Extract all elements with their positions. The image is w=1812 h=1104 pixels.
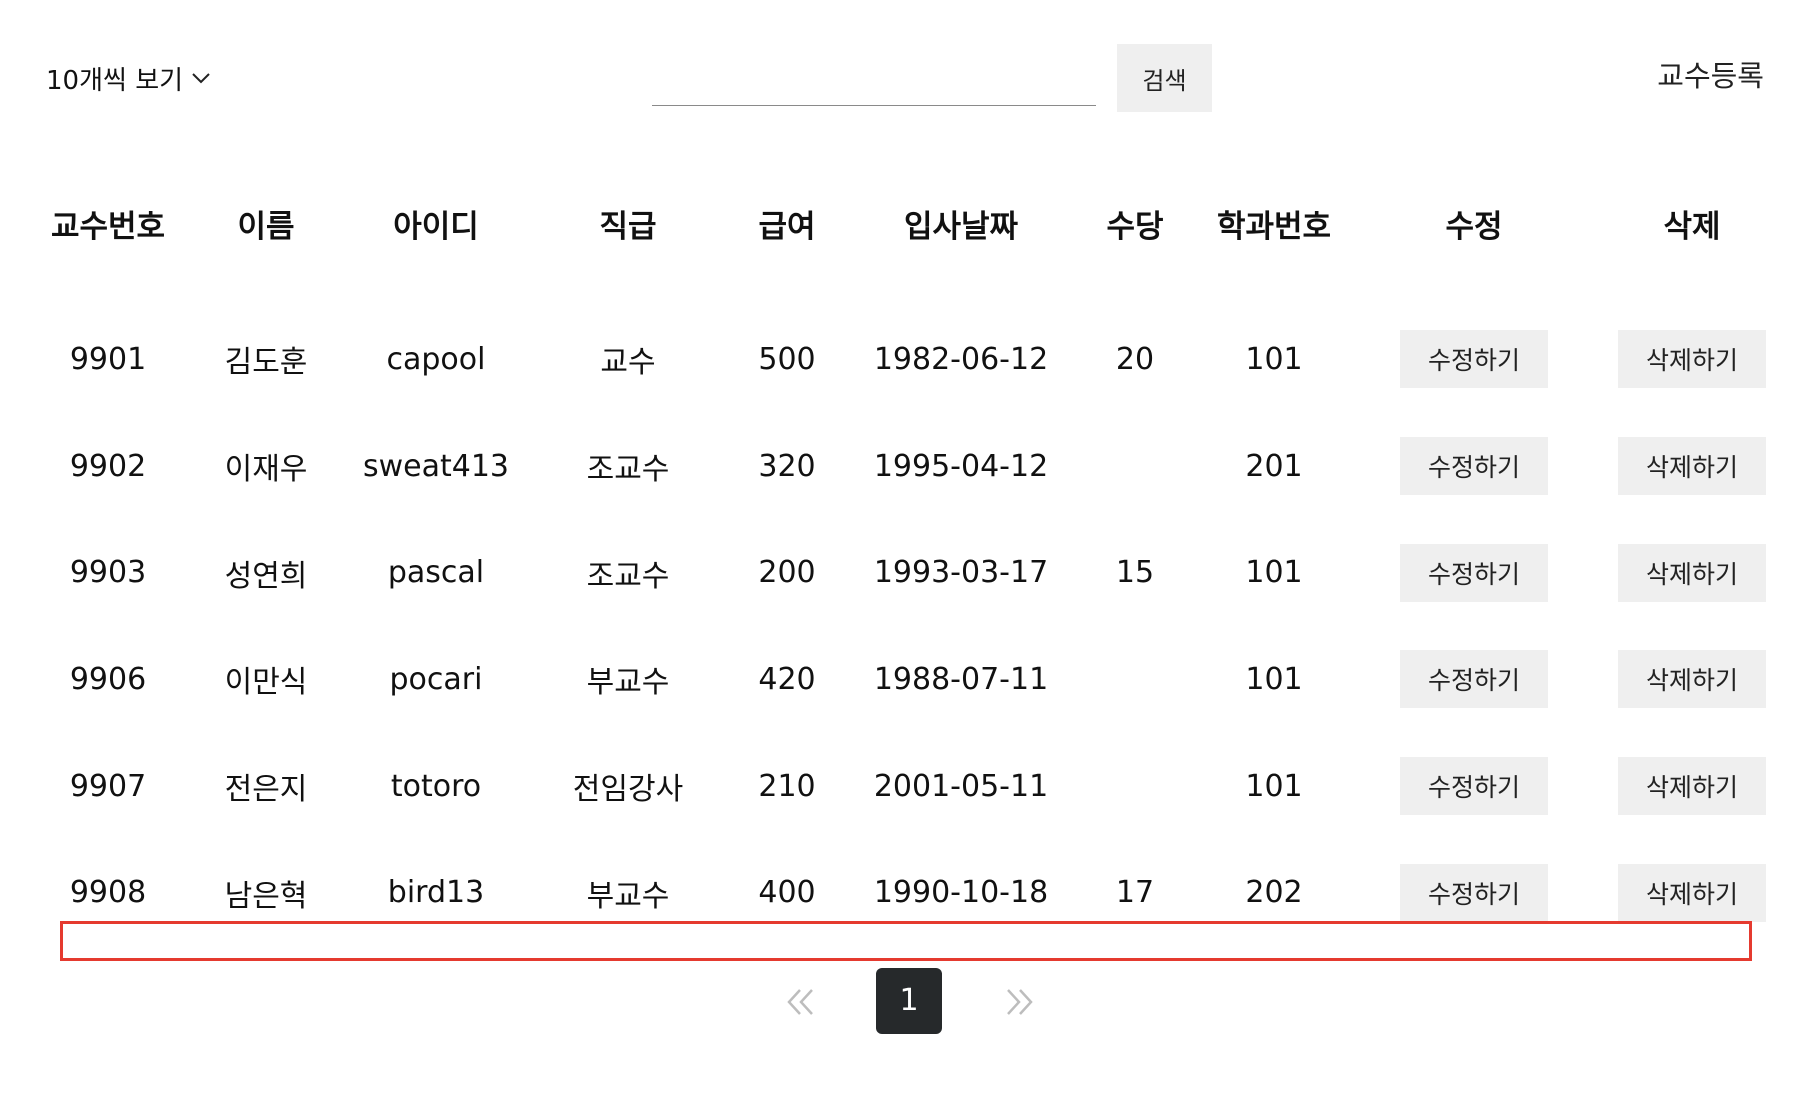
search-input[interactable] xyxy=(652,62,1096,106)
cell-bonus xyxy=(1076,413,1194,520)
cell-hiredate: 1995-04-12 xyxy=(873,448,1049,484)
column-header-position: 직급 xyxy=(599,208,657,245)
cell-profno: 9901 xyxy=(69,341,147,377)
edit-button[interactable]: 수정하기 xyxy=(1400,330,1548,389)
cell-deptno: 101 xyxy=(1245,768,1303,804)
cell-bonus xyxy=(1076,733,1194,840)
cell-delete: 삭제하기 xyxy=(1594,733,1790,840)
delete-button[interactable]: 삭제하기 xyxy=(1618,863,1766,922)
cell-name: 성연희 xyxy=(224,558,308,594)
delete-button[interactable]: 삭제하기 xyxy=(1618,650,1766,709)
cell-position: 부교수 xyxy=(586,665,670,701)
cell-delete: 삭제하기 xyxy=(1594,626,1790,733)
column-header-edit: 수정 xyxy=(1445,208,1503,245)
register-professor-link[interactable]: 교수등록 xyxy=(1657,54,1764,98)
edit-button[interactable]: 수정하기 xyxy=(1400,863,1548,922)
column-header-profno: 교수번호 xyxy=(50,208,166,245)
cell-hiredate: 2001-05-11 xyxy=(873,768,1049,804)
cell-edit: 수정하기 xyxy=(1354,306,1594,413)
cell-delete: 삭제하기 xyxy=(1594,413,1790,520)
table-row: 9906 이만식 pocari 부교수 420 1988-07-11 101 수… xyxy=(28,626,1790,733)
cell-pay: 200 xyxy=(758,555,816,591)
page-number-current[interactable]: 1 xyxy=(876,968,942,1034)
cell-userid: pascal xyxy=(387,555,485,591)
chevron-down-icon xyxy=(191,72,211,84)
cell-hiredate: 1988-07-11 xyxy=(873,661,1049,697)
professor-table: 교수번호 이름 아이디 직급 급여 입사날짜 수당 학과번호 수정 삭제 990… xyxy=(28,170,1790,946)
edit-button[interactable]: 수정하기 xyxy=(1400,650,1548,709)
table-row: 9901 김도훈 capool 교수 500 1982-06-12 20 101… xyxy=(28,306,1790,413)
cell-userid: pocari xyxy=(389,661,483,697)
column-header-deptno: 학과번호 xyxy=(1216,208,1332,245)
delete-button[interactable]: 삭제하기 xyxy=(1618,757,1766,816)
cell-pay: 420 xyxy=(758,661,816,697)
cell-edit: 수정하기 xyxy=(1354,413,1594,520)
cell-name: 전은지 xyxy=(224,772,308,808)
edit-button[interactable]: 수정하기 xyxy=(1400,757,1548,816)
table-row: 9902 이재우 sweat413 조교수 320 1995-04-12 201… xyxy=(28,413,1790,520)
table-spacer xyxy=(28,276,1790,306)
table-header-row: 교수번호 이름 아이디 직급 급여 입사날짜 수당 학과번호 수정 삭제 xyxy=(28,170,1790,276)
cell-hiredate: 1993-03-17 xyxy=(873,555,1049,591)
delete-button[interactable]: 삭제하기 xyxy=(1618,437,1766,496)
cell-bonus: 20 xyxy=(1115,341,1155,377)
cell-edit: 수정하기 xyxy=(1354,626,1594,733)
cell-position: 교수 xyxy=(600,345,656,381)
cell-delete: 삭제하기 xyxy=(1594,306,1790,413)
cell-name: 김도훈 xyxy=(224,345,308,381)
cell-deptno: 101 xyxy=(1245,555,1303,591)
cell-name: 이재우 xyxy=(224,452,308,488)
column-header-bonus: 수당 xyxy=(1106,208,1164,245)
cell-pay: 320 xyxy=(758,448,816,484)
cell-name: 이만식 xyxy=(224,665,308,701)
delete-button[interactable]: 삭제하기 xyxy=(1618,330,1766,389)
cell-pay: 210 xyxy=(758,768,816,804)
cell-deptno: 201 xyxy=(1245,448,1303,484)
cell-profno: 9907 xyxy=(69,768,147,804)
cell-profno: 9906 xyxy=(69,661,147,697)
cell-deptno: 101 xyxy=(1245,341,1303,377)
column-header-pay: 급여 xyxy=(758,208,816,245)
page-size-label: 10개씩 보기 xyxy=(46,65,184,96)
cell-userid: sweat413 xyxy=(362,448,510,484)
cell-position: 조교수 xyxy=(586,452,670,488)
cell-position: 조교수 xyxy=(586,558,670,594)
cell-userid: capool xyxy=(386,341,486,377)
column-header-hiredate: 입사날짜 xyxy=(903,208,1019,245)
cell-delete: 삭제하기 xyxy=(1594,519,1790,626)
column-header-name: 이름 xyxy=(237,208,295,245)
table-row: 9903 성연희 pascal 조교수 200 1993-03-17 15 10… xyxy=(28,519,1790,626)
column-header-userid: 아이디 xyxy=(393,208,479,245)
double-chevron-right-icon[interactable] xyxy=(1002,985,1036,1019)
delete-button[interactable]: 삭제하기 xyxy=(1618,543,1766,602)
cell-edit: 수정하기 xyxy=(1354,519,1594,626)
table-row: 9907 전은지 totoro 전임강사 210 2001-05-11 101 … xyxy=(28,733,1790,840)
cell-profno: 9902 xyxy=(69,448,147,484)
cell-hiredate: 1982-06-12 xyxy=(873,341,1049,377)
search-button[interactable]: 검색 xyxy=(1117,44,1212,112)
cell-bonus xyxy=(1076,626,1194,733)
cell-position: 전임강사 xyxy=(572,772,684,808)
double-chevron-left-icon[interactable] xyxy=(784,985,818,1019)
pagination: 1 xyxy=(780,968,1040,1034)
cell-profno: 9903 xyxy=(69,555,147,591)
column-header-delete: 삭제 xyxy=(1663,208,1721,245)
highlight-box xyxy=(60,921,1752,961)
cell-bonus: 15 xyxy=(1115,555,1155,591)
edit-button[interactable]: 수정하기 xyxy=(1400,437,1548,496)
cell-userid: totoro xyxy=(390,768,482,804)
page-size-select[interactable]: 10개씩 보기 xyxy=(46,58,211,98)
cell-pay: 500 xyxy=(758,341,816,377)
edit-button[interactable]: 수정하기 xyxy=(1400,543,1548,602)
cell-deptno: 101 xyxy=(1245,661,1303,697)
cell-edit: 수정하기 xyxy=(1354,733,1594,840)
